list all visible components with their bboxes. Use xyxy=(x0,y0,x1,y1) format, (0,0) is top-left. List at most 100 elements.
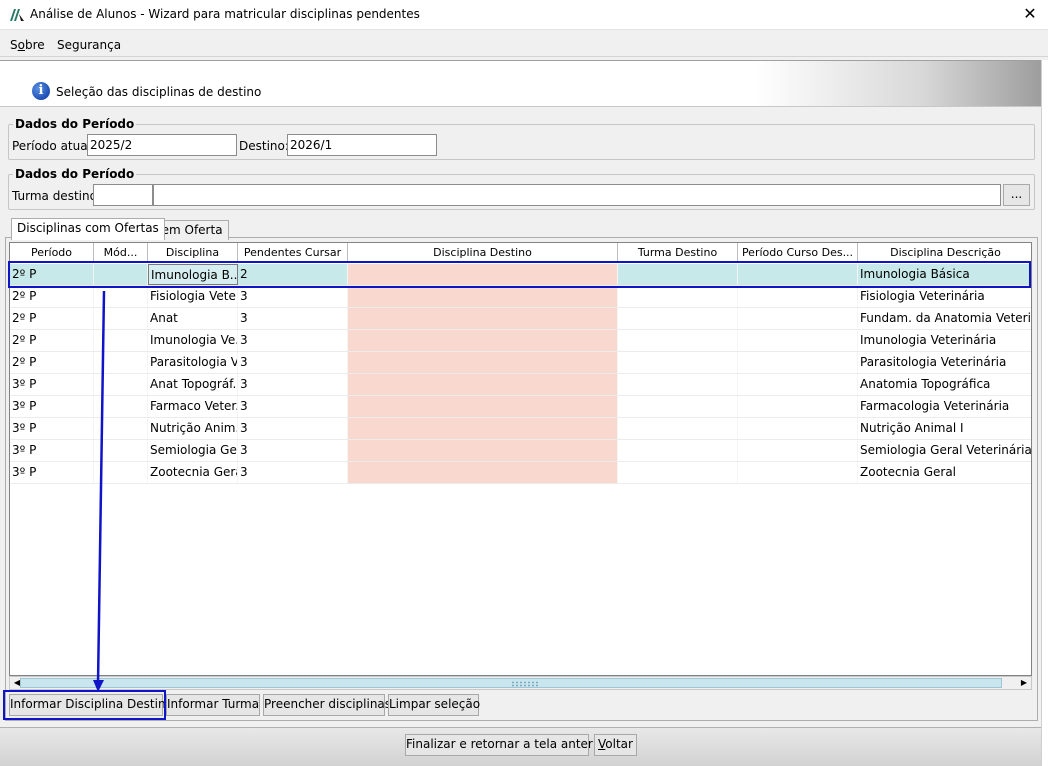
cell-modulo[interactable] xyxy=(94,396,148,417)
col-periodo[interactable]: Período xyxy=(10,243,94,262)
table-row[interactable]: 3º P Farmaco Veter... 3 Farmacologia Veteri… xyxy=(10,396,1031,418)
table-row[interactable]: 2º P Fisiologia Vete... 3 Fisiologia Veteri… xyxy=(10,286,1031,308)
cell-periodo[interactable]: 3º P xyxy=(10,462,94,483)
cell-periodo[interactable]: 3º P xyxy=(10,396,94,417)
cell-disciplina[interactable]: Imunologia Ve... xyxy=(148,330,238,351)
col-turma-destino[interactable]: Turma Destino xyxy=(618,243,738,262)
cell-disciplina[interactable]: Zootecnia Geral xyxy=(148,462,238,483)
cell-disciplina-destino[interactable] xyxy=(348,286,618,307)
cell-periodo[interactable]: 3º P xyxy=(10,418,94,439)
cell-turma-destino[interactable] xyxy=(618,396,738,417)
cell-modulo[interactable] xyxy=(94,330,148,351)
col-disciplina-descricao[interactable]: Disciplina Descrição xyxy=(858,243,1031,262)
close-icon[interactable]: ✕ xyxy=(1016,2,1044,28)
cell-disciplina-descricao[interactable]: Parasitologia Veterinária xyxy=(858,352,1031,373)
cell-pendentes[interactable]: 3 xyxy=(238,418,348,439)
col-periodo-curso[interactable]: Período Curso Des... xyxy=(738,243,858,262)
cell-turma-destino[interactable] xyxy=(618,440,738,461)
cell-disciplina-destino[interactable] xyxy=(348,462,618,483)
cell-periodo-curso[interactable] xyxy=(738,352,858,373)
cell-periodo[interactable]: 3º P xyxy=(10,440,94,461)
cell-disciplina[interactable]: Parasitologia V... xyxy=(148,352,238,373)
menu-seguranca[interactable]: Segurança xyxy=(57,38,121,52)
cell-disciplina-descricao[interactable]: Farmacologia Veterinária xyxy=(858,396,1031,417)
periodo-atual-field[interactable]: 2025/2 xyxy=(87,134,237,156)
cell-periodo-curso[interactable] xyxy=(738,374,858,395)
turma-browse-button[interactable]: ... xyxy=(1003,184,1030,206)
cell-disciplina[interactable]: Anat Topográf... xyxy=(148,374,238,395)
cell-modulo[interactable] xyxy=(94,462,148,483)
cell-turma-destino[interactable] xyxy=(618,330,738,351)
cell-turma-destino[interactable] xyxy=(618,418,738,439)
cell-periodo-curso[interactable] xyxy=(738,308,858,329)
cell-modulo[interactable] xyxy=(94,418,148,439)
cell-pendentes[interactable]: 3 xyxy=(238,286,348,307)
col-disciplina-destino[interactable]: Disciplina Destino xyxy=(348,243,618,262)
cell-disciplina-destino[interactable] xyxy=(348,352,618,373)
cell-periodo-curso[interactable] xyxy=(738,330,858,351)
turma-name-field[interactable] xyxy=(153,184,1001,206)
cell-disciplina[interactable]: Semiologia Ge... xyxy=(148,440,238,461)
cell-modulo[interactable] xyxy=(94,352,148,373)
cell-disciplina-descricao[interactable]: Anatomia Topográfica xyxy=(858,374,1031,395)
cell-periodo[interactable]: 3º P xyxy=(10,374,94,395)
table-row[interactable]: 2º P Imunologia Ve... 3 Imunologia Veteriná… xyxy=(10,330,1031,352)
cell-periodo-curso[interactable] xyxy=(738,396,858,417)
cell-modulo[interactable] xyxy=(94,374,148,395)
cell-periodo-curso[interactable] xyxy=(738,440,858,461)
cell-disciplina-destino[interactable] xyxy=(348,308,618,329)
cell-periodo[interactable]: 2º P xyxy=(10,308,94,329)
cell-disciplina-descricao[interactable]: Fundam. da Anatomia Veterinária xyxy=(858,308,1031,329)
cell-pendentes[interactable]: 3 xyxy=(238,352,348,373)
cell-turma-destino[interactable] xyxy=(618,286,738,307)
cell-disciplina-descricao[interactable]: Semiologia Geral Veterinária xyxy=(858,440,1031,461)
scroll-thumb[interactable] xyxy=(20,678,1002,688)
cell-periodo[interactable]: 2º P xyxy=(10,352,94,373)
cell-disciplina-destino[interactable] xyxy=(348,374,618,395)
table-row[interactable]: 2º P Parasitologia V...3 Parasitologia Vet… xyxy=(10,352,1031,374)
col-pendentes[interactable]: Pendentes Cursar xyxy=(238,243,348,262)
preencher-disciplinas-button[interactable]: Preencher disciplinas xyxy=(263,694,391,716)
table-row[interactable]: 2º P Anat3 Fundam. da Anatomia Veterinária xyxy=(10,308,1031,330)
cell-pendentes[interactable]: 3 xyxy=(238,396,348,417)
cell-pendentes[interactable]: 3 xyxy=(238,330,348,351)
finalizar-button[interactable]: Finalizar e retornar a tela anterior xyxy=(405,734,608,756)
cell-modulo[interactable] xyxy=(94,286,148,307)
table-row[interactable]: 3º P Semiologia Ge...3 Semiologia Geral Ve… xyxy=(10,440,1031,462)
cell-disciplina-destino[interactable] xyxy=(348,330,618,351)
cell-disciplina-descricao[interactable]: Nutrição Animal I xyxy=(858,418,1031,439)
table-row[interactable]: 3º P Nutrição Anim... 3 Nutrição Animal I xyxy=(10,418,1031,440)
turma-code-field[interactable] xyxy=(93,184,153,206)
cell-turma-destino[interactable] xyxy=(618,308,738,329)
cell-pendentes[interactable]: 3 xyxy=(238,374,348,395)
menu-sobre[interactable]: Sobre xyxy=(10,38,45,52)
cell-pendentes[interactable]: 3 xyxy=(238,308,348,329)
cell-disciplina[interactable]: Farmaco Veter... xyxy=(148,396,238,417)
cell-periodo-curso[interactable] xyxy=(738,418,858,439)
destino-field[interactable]: 2026/1 xyxy=(287,134,437,156)
tab-disciplinas-com-ofertas[interactable]: Disciplinas com Ofertas xyxy=(11,218,165,240)
col-modulo[interactable]: Mód... xyxy=(94,243,148,262)
table-row[interactable]: 3º P Zootecnia Geral 3 Zootecnia Geral xyxy=(10,462,1031,484)
cell-disciplina[interactable]: Anat xyxy=(148,308,238,329)
cell-disciplina[interactable]: Nutrição Anim... xyxy=(148,418,238,439)
cell-pendentes[interactable]: 3 xyxy=(238,440,348,461)
cell-periodo-curso[interactable] xyxy=(738,462,858,483)
cell-turma-destino[interactable] xyxy=(618,374,738,395)
cell-disciplina[interactable]: Fisiologia Vete... xyxy=(148,286,238,307)
cell-turma-destino[interactable] xyxy=(618,352,738,373)
cell-modulo[interactable] xyxy=(94,308,148,329)
cell-modulo[interactable] xyxy=(94,440,148,461)
cell-disciplina-descricao[interactable]: Fisiologia Veterinária xyxy=(858,286,1031,307)
cell-disciplina-destino[interactable] xyxy=(348,418,618,439)
cell-disciplina-destino[interactable] xyxy=(348,396,618,417)
cell-disciplina-destino[interactable] xyxy=(348,440,618,461)
cell-periodo-curso[interactable] xyxy=(738,286,858,307)
limpar-selecao-button[interactable]: Limpar seleção xyxy=(388,694,480,716)
cell-pendentes[interactable]: 3 xyxy=(238,462,348,483)
table-row[interactable]: 3º P Anat Topográf... 3 Anatomia Topográfic… xyxy=(10,374,1031,396)
horizontal-scrollbar[interactable]: ◀ ▶ xyxy=(9,676,1032,690)
col-disciplina[interactable]: Disciplina xyxy=(148,243,238,262)
cell-disciplina-descricao[interactable]: Zootecnia Geral xyxy=(858,462,1031,483)
scroll-right-icon[interactable]: ▶ xyxy=(1017,677,1031,689)
